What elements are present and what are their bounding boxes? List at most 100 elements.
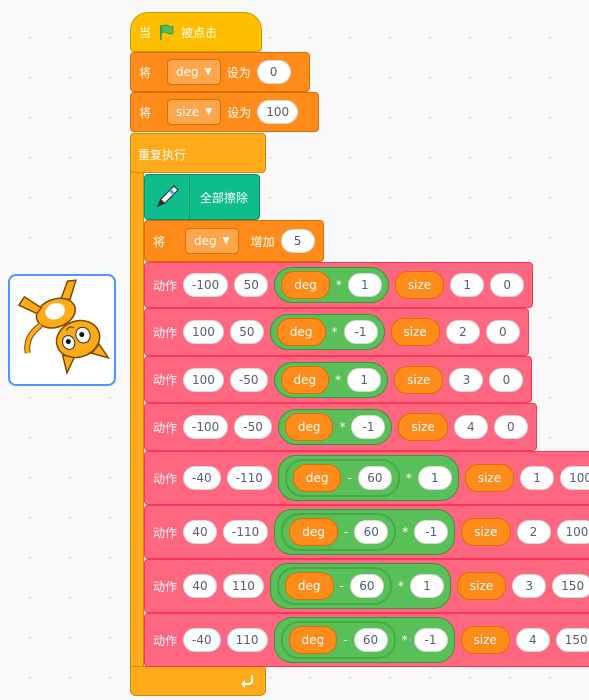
arg-a-input[interactable]: -40 [183,628,221,652]
action-block[interactable]: 动作 -40 -110 deg -60 * 1 size 1 100 [144,451,589,505]
arg-d-input[interactable]: 150 [552,574,589,598]
variable-reporter[interactable]: size [464,464,515,492]
operand-input[interactable]: -1 [413,628,448,652]
variable-reporter[interactable]: deg [292,464,342,492]
operand-input[interactable]: 60 [349,574,384,598]
arg-b-input[interactable]: -110 [223,520,269,544]
operator-expression[interactable]: deg * -1 [277,409,393,445]
action-block[interactable]: 动作 -100 50 deg * 1 size 1 0 [144,262,534,308]
operand-input[interactable]: -1 [414,520,449,544]
variable-reporter[interactable]: deg [281,271,330,299]
operator-subtract[interactable]: deg -60 [284,459,400,497]
variable-dropdown[interactable]: size ▼ [167,99,222,125]
arg-a-input[interactable]: 40 [183,574,218,598]
variable-reporter[interactable]: deg [276,318,326,346]
operand-input[interactable]: 1 [347,273,382,297]
arg-d-input[interactable]: 0 [489,367,524,392]
arg-c-input[interactable]: 3 [512,574,547,598]
variable-reporter[interactable]: size [460,626,510,654]
sprite-thumbnail[interactable] [8,274,116,386]
chevron-down-icon: ▼ [204,67,212,77]
arg-a-input[interactable]: 100 [183,320,224,344]
variable-reporter[interactable]: size [461,518,511,546]
operator-expression[interactable]: deg -60 * -1 [273,617,455,663]
arg-c-input[interactable]: 3 [449,367,484,392]
operator-symbol: * [335,278,342,292]
arg-d-input[interactable]: 0 [485,320,520,344]
action-block[interactable]: 动作 40 -110 deg -60 * -1 size 2 100 [144,505,589,559]
operator-expression[interactable]: deg * -1 [269,314,385,350]
operator-expression[interactable]: deg * 1 [273,361,389,398]
operand-input[interactable]: 1 [347,367,382,392]
to-label: 设为 [227,105,252,120]
arg-d-input[interactable]: 150 [555,628,589,652]
arg-c-input[interactable]: 4 [515,628,550,652]
operand-input[interactable]: 1 [417,466,452,490]
action-block[interactable]: 动作 40 110 deg -60 * 1 size 3 150 [144,559,589,613]
operator-subtract[interactable]: deg -60 [281,513,397,551]
pen-clear-block[interactable]: 全部擦除 [144,174,260,220]
operand-input[interactable]: -1 [343,320,378,344]
arg-a-input[interactable]: 100 [183,367,224,392]
arg-d-input[interactable]: 0 [493,415,528,439]
action-block[interactable]: 动作 100 50 deg * -1 size 2 0 [144,308,529,356]
variable-dropdown[interactable]: deg ▼ [185,228,239,254]
arg-b-input[interactable]: 50 [234,273,269,297]
value-input[interactable]: 0 [256,60,291,84]
arg-b-input[interactable]: -50 [234,415,272,439]
arg-a-input[interactable]: -40 [183,466,221,490]
operator-subtract[interactable]: deg -60 [276,567,392,605]
action-block[interactable]: 动作 -100 -50 deg * -1 size 4 0 [144,403,537,451]
change-deg-block[interactable]: 将 deg ▼ 增加 5 [144,220,324,262]
operand-input[interactable]: 60 [354,520,389,544]
operand-input[interactable]: 60 [353,628,388,652]
arg-a-input[interactable]: -100 [183,415,229,439]
variable-reporter[interactable]: size [456,572,507,600]
operator-subtract[interactable]: deg -60 [280,621,396,659]
when-flag-clicked-block[interactable]: 当 被点击 [130,12,262,52]
arg-c-input[interactable]: 1 [520,466,555,490]
operand-input[interactable]: -1 [351,415,386,439]
arg-b-input[interactable]: 110 [226,628,268,652]
operand-input[interactable]: 1 [409,574,444,598]
variable-reporter[interactable]: deg [284,572,334,600]
arg-b-input[interactable]: 50 [229,320,264,344]
arg-d-input[interactable]: 100 [556,520,589,544]
variable-reporter[interactable]: deg [289,518,338,546]
variable-dropdown[interactable]: deg ▼ [167,59,221,85]
operand-input[interactable]: 60 [357,466,392,490]
arg-b-input[interactable]: -50 [229,367,268,392]
operator-symbol: - [343,633,348,647]
arg-d-input[interactable]: 100 [560,466,589,490]
variable-reporter[interactable]: deg [288,626,338,654]
variable-reporter[interactable]: size [394,365,444,394]
action-block[interactable]: 动作 -40 110 deg -60 * -1 size 4 150 [144,613,589,667]
arg-c-input[interactable]: 4 [453,415,488,439]
when-label: 当 [139,25,152,40]
variable-reporter[interactable]: deg [284,413,334,441]
operator-expression[interactable]: deg -60 * -1 [274,509,456,555]
variable-reporter[interactable]: size [398,413,448,441]
operator-expression[interactable]: deg * 1 [274,267,389,303]
set-size-block[interactable]: 将 size ▼ 设为 100 [130,92,319,132]
variable-reporter[interactable]: size [394,271,445,299]
arg-a-input[interactable]: -100 [183,273,229,297]
arg-a-input[interactable]: 40 [183,520,218,544]
set-deg-block[interactable]: 将 deg ▼ 设为 0 [130,52,310,92]
set-label: 将 [139,105,152,120]
arg-c-input[interactable]: 2 [516,520,551,544]
action-block[interactable]: 动作 100 -50 deg * 1 size 3 0 [144,356,533,403]
arg-d-input[interactable]: 0 [490,273,525,297]
variable-reporter[interactable]: size [390,318,440,346]
arg-b-input[interactable]: 110 [223,574,264,598]
variable-reporter[interactable]: deg [280,365,330,394]
operator-expression[interactable]: deg -60 * 1 [269,563,451,609]
operator-expression[interactable]: deg -60 * 1 [277,455,459,501]
operator-symbol: * [401,633,408,647]
arg-c-input[interactable]: 2 [445,320,480,344]
value-input[interactable]: 5 [280,229,315,253]
arg-c-input[interactable]: 1 [450,273,485,297]
arg-b-input[interactable]: -110 [226,466,272,490]
action-label: 动作 [153,471,178,486]
value-input[interactable]: 100 [257,100,299,124]
